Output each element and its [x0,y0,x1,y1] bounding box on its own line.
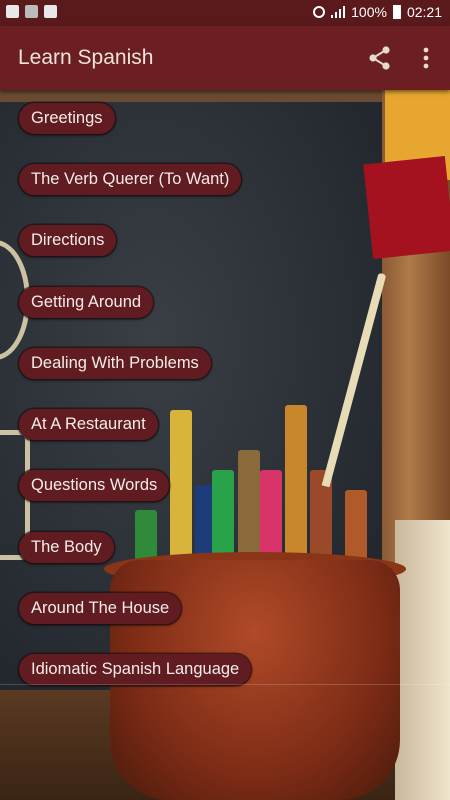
share-button[interactable] [364,42,396,74]
image-icon [44,5,57,18]
topic-button-verb-querer[interactable]: The Verb Querer (To Want) [19,164,242,195]
overflow-menu-button[interactable] [414,42,438,74]
status-bar: 100% 02:21 [0,0,450,26]
alarm-icon [313,6,326,18]
list-divider [0,684,450,685]
app-title: Learn Spanish [18,46,154,69]
system-icons: 100% 02:21 [313,4,442,20]
more-vert-icon [423,47,429,69]
topic-button-getting-around[interactable]: Getting Around [19,287,154,318]
topic-button-around-the-house[interactable]: Around The House [19,593,182,624]
topic-list: Greetings The Verb Querer (To Want) Dire… [0,90,450,685]
topic-button-the-body[interactable]: The Body [19,532,114,563]
facebook-icon [6,5,19,18]
topic-button-at-a-restaurant[interactable]: At A Restaurant [19,409,158,440]
topic-button-greetings[interactable]: Greetings [19,103,115,134]
battery-percent: 100% [351,4,387,20]
topic-button-idiomatic-spanish[interactable]: Idiomatic Spanish Language [19,654,252,685]
topic-button-questions-words[interactable]: Questions Words [19,470,170,501]
app-bar: Learn Spanish [0,26,450,90]
share-icon [369,46,390,70]
battery-icon [392,5,401,19]
m-app-icon [25,5,38,18]
topic-button-directions[interactable]: Directions [19,225,117,256]
topic-button-dealing-with-problems[interactable]: Dealing With Problems [19,348,211,379]
notification-icons [6,5,57,18]
signal-icon [331,6,346,18]
clock: 02:21 [406,4,442,20]
